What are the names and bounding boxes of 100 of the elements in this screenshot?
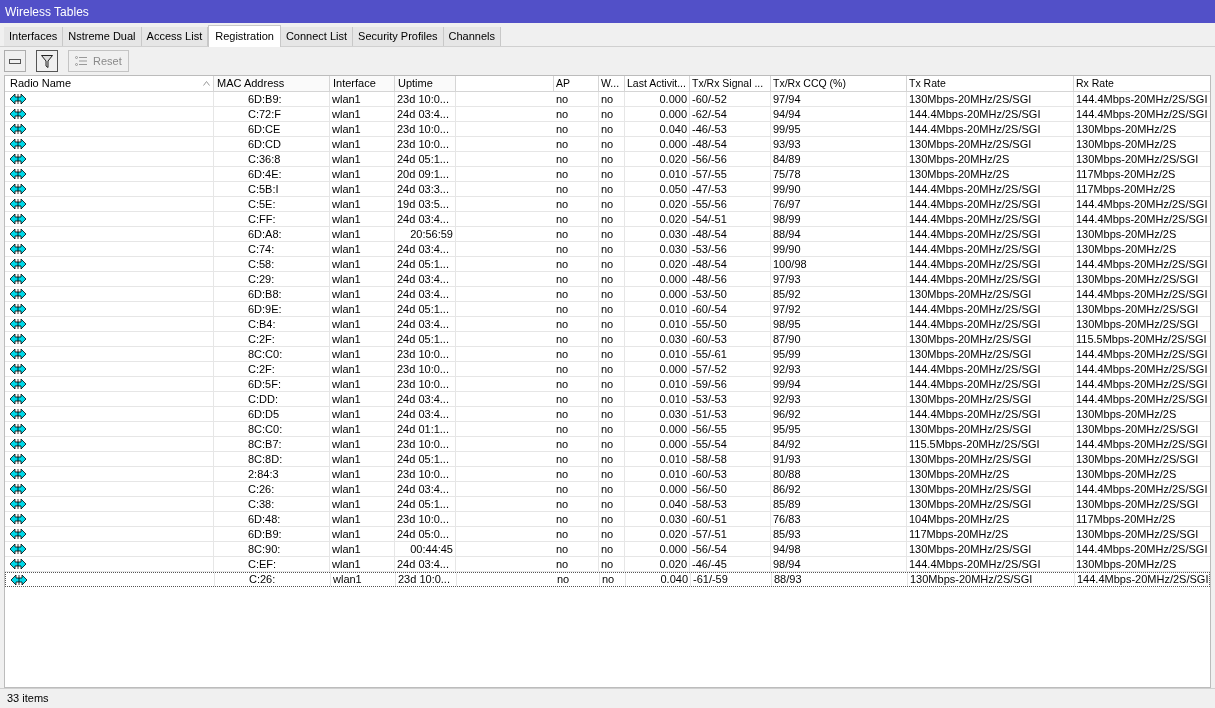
double-arrow-icon (10, 303, 26, 315)
table-row[interactable]: 6D:B9: wlan1 23d 10:0... no no 0.000 -60/-52 97/94 130Mbps-20MHz/2S/SGI 144.4Mbps-20MHz/2S/SGI (5, 92, 1210, 107)
table-cell-text: 0.000 (659, 436, 687, 452)
table-cell-text: no (556, 406, 569, 422)
table-cell-text: wlan1 (332, 376, 361, 392)
table-row[interactable]: 2:84:3 wlan1 23d 10:0... no no 0.010 -60/-53 80/88 130Mbps-20MHz/2S 130Mbps-20MHz/2S (5, 467, 1210, 482)
table-row[interactable]: C:36:8 wlan1 24d 05:1... no no 0.020 -56/-56 84/89 130Mbps-20MHz/2S 130Mbps-20MHz/2S/SGI (5, 152, 1210, 167)
table-row[interactable]: 6D:5F: wlan1 23d 10:0... no no 0.010 -59/-56 99/94 144.4Mbps-20MHz/2S/SGI 144.4Mbps-20MHz/2S/SGI (5, 377, 1210, 392)
table-cell-text: wlan1 (332, 181, 361, 197)
table-cell-text: -53/-53 (692, 391, 727, 407)
table-row[interactable]: C:5B:I wlan1 24d 03:3... no no 0.050 -47/-53 99/90 144.4Mbps-20MHz/2S/SGI 117Mbps-20MHz/2S (5, 182, 1210, 197)
table-cell-text: wlan1 (332, 331, 361, 347)
column-header[interactable]: Radio Name (7, 76, 214, 91)
table-cell-text: 23d 10:0... (397, 91, 449, 107)
table-row[interactable]: C:72:F wlan1 24d 03:4... no no 0.000 -62/-54 94/94 144.4Mbps-20MHz/2S/SGI 144.4Mbps-20MHz/2S/SGI (5, 107, 1210, 122)
table-cell-text: wlan1 (332, 346, 361, 362)
tab[interactable]: Security Profiles (353, 27, 444, 46)
column-header[interactable]: Tx/Rx Signal ... (690, 76, 771, 91)
tab[interactable]: Nstreme Dual (63, 27, 142, 46)
table-cell-text: 97/94 (773, 91, 801, 107)
table-cell-text: no (556, 346, 569, 362)
table-row[interactable]: 6D:48: wlan1 23d 10:0... no no 0.030 -60/-51 76/83 104Mbps-20MHz/2S 117Mbps-20MHz/2S (5, 512, 1210, 527)
column-header[interactable]: AP (554, 76, 599, 91)
table-cell-text: no (601, 406, 614, 422)
table-cell-text: -60/-51 (692, 511, 727, 527)
table-row[interactable]: C:58: wlan1 24d 05:1... no no 0.020 -48/-54 100/98 144.4Mbps-20MHz/2S/SGI 144.4Mbps-20MHz/2S/SGI (5, 257, 1210, 272)
table-cell-text: 144.4Mbps-20MHz/2S/SGI (909, 301, 1041, 317)
column-header[interactable]: Tx Rate (907, 76, 1074, 91)
table-cell-text: 130Mbps-20MHz/2S/SGI (909, 331, 1032, 347)
table-cell-text: 76/97 (773, 196, 801, 212)
table-cell-text: wlan1 (332, 301, 361, 317)
table-cell-text: -56/-54 (692, 541, 727, 557)
table-cell-text: 0.030 (659, 241, 687, 257)
table-row[interactable]: C:38: wlan1 24d 05:1... no no 0.040 -58/-53 85/89 130Mbps-20MHz/2S/SGI 130Mbps-20MHz/2S/SGI (5, 497, 1210, 512)
table-cell-text: no (601, 451, 614, 467)
table-row[interactable]: C:74: wlan1 24d 03:4... no no 0.030 -53/-56 99/90 144.4Mbps-20MHz/2S/SGI 130Mbps-20MHz/2S (5, 242, 1210, 257)
table-row[interactable]: C:2F: wlan1 24d 05:1... no no 0.030 -60/-53 87/90 130Mbps-20MHz/2S/SGI 115.5Mbps-20MHz/2S/SGI (5, 332, 1210, 347)
table-cell-text: 130Mbps-20MHz/2S (909, 466, 1010, 482)
table-cell-text: no (556, 316, 569, 332)
column-header[interactable]: MAC Address (214, 76, 330, 91)
tab[interactable]: Access List (141, 27, 209, 46)
table-row[interactable]: C:26: wlan1 23d 10:0... no no 0.040 -61/-59 88/93 130Mbps-20MHz/2S/SGI 144.4Mbps-20MHz/2S/SGI (5, 572, 1210, 587)
table-cell-text: -58/-58 (692, 451, 727, 467)
table-cell-text: 130Mbps-20MHz/2S/SGI (909, 496, 1032, 512)
table-row[interactable]: C:EF: wlan1 24d 03:4... no no 0.020 -46/-45 98/94 144.4Mbps-20MHz/2S/SGI 130Mbps-20MHz/2S (5, 557, 1210, 572)
column-header[interactable]: W... (599, 76, 625, 91)
table-cell-text: no (556, 556, 569, 572)
table-cell-text: 144.4Mbps-20MHz/2S/SGI (909, 181, 1041, 197)
table-row[interactable]: 6D:CE wlan1 23d 10:0... no no 0.040 -46/-53 99/95 144.4Mbps-20MHz/2S/SGI 130Mbps-20MHz/2S (5, 122, 1210, 137)
table-row[interactable]: 6D:D5 wlan1 24d 03:4... no no 0.030 -51/-53 96/92 144.4Mbps-20MHz/2S/SGI 130Mbps-20MHz/2S (5, 407, 1210, 422)
table-cell-text: wlan1 (332, 496, 361, 512)
table-cell-text: no (601, 496, 614, 512)
table-cell-text: 92/93 (773, 361, 801, 377)
double-arrow-icon (10, 273, 26, 285)
table-cell-text: wlan1 (332, 241, 361, 257)
table-cell-text: 85/92 (773, 286, 801, 302)
table-row[interactable]: 8C:C0: wlan1 23d 10:0... no no 0.010 -55/-61 95/99 130Mbps-20MHz/2S/SGI 144.4Mbps-20MHz/2S/SGI (5, 347, 1210, 362)
table-row[interactable]: 6D:CD wlan1 23d 10:0... no no 0.000 -48/-54 93/93 130Mbps-20MHz/2S/SGI 130Mbps-20MHz/2S (5, 137, 1210, 152)
table-cell-text: no (601, 541, 614, 557)
tab[interactable]: Interfaces (4, 27, 64, 46)
remove-button[interactable] (4, 50, 26, 72)
table-cell-text: C:29: (248, 271, 275, 287)
table-row[interactable]: 6D:A8: wlan1 20:56:59 no no 0.030 -48/-54 88/94 144.4Mbps-20MHz/2S/SGI 130Mbps-20MHz/2S (5, 227, 1210, 242)
table-row[interactable]: 8C:C0: wlan1 24d 01:1... no no 0.000 -56/-55 95/95 130Mbps-20MHz/2S/SGI 130Mbps-20MHz/2S/SGI (5, 422, 1210, 437)
table-cell-text: 144.4Mbps-20MHz/2S/SGI (909, 121, 1041, 137)
tab[interactable]: Connect List (280, 27, 354, 46)
table-row[interactable]: 6D:B8: wlan1 24d 03:4... no no 0.000 -53/-50 85/92 130Mbps-20MHz/2S/SGI 144.4Mbps-20MHz/2S/SGI (5, 287, 1210, 302)
tab[interactable]: Channels (443, 27, 502, 46)
table-row[interactable]: C:5E: wlan1 19d 03:5... no no 0.020 -55/-56 76/97 144.4Mbps-20MHz/2S/SGI 144.4Mbps-20MHz/2S/SGI (5, 197, 1210, 212)
column-header[interactable]: Uptime (395, 76, 456, 91)
column-header[interactable]: Last Activit... (625, 76, 690, 91)
table-row[interactable]: 8C:B7: wlan1 23d 10:0... no no 0.000 -55/-54 84/92 115.5Mbps-20MHz/2S/SGI 144.4Mbps-20MHz/2S/SGI (5, 437, 1210, 452)
table-row[interactable]: 6D:9E: wlan1 24d 05:1... no no 0.010 -60/-54 97/92 144.4Mbps-20MHz/2S/SGI 130Mbps-20MHz/2S/SGI (5, 302, 1210, 317)
table-cell-text: 23d 10:0... (397, 436, 449, 452)
table-cell-text: wlan1 (332, 406, 361, 422)
column-header[interactable]: Interface (330, 76, 395, 91)
table-cell-text: -55/-56 (692, 196, 727, 212)
table-row[interactable]: C:2F: wlan1 23d 10:0... no no 0.000 -57/-52 92/93 144.4Mbps-20MHz/2S/SGI 144.4Mbps-20MHz/2S/SGI (5, 362, 1210, 377)
table-row[interactable]: C:B4: wlan1 24d 03:4... no no 0.010 -55/-50 98/95 144.4Mbps-20MHz/2S/SGI 130Mbps-20MHz/2S/SGI (5, 317, 1210, 332)
table-row[interactable]: C:FF: wlan1 24d 03:4... no no 0.020 -54/-51 98/99 144.4Mbps-20MHz/2S/SGI 144.4Mbps-20MHz/2S/SGI (5, 212, 1210, 227)
table-cell-text: no (601, 376, 614, 392)
table-cell-text: 6D:9E: (248, 301, 282, 317)
table-cell-text: 6D:4E: (248, 166, 282, 182)
table-cell-text: no (601, 301, 614, 317)
column-header[interactable]: Tx/Rx CCQ (%) (771, 76, 907, 91)
table-row[interactable]: C:DD: wlan1 24d 03:4... no no 0.010 -53/-53 92/93 130Mbps-20MHz/2S/SGI 144.4Mbps-20MHz/2S/SGI (5, 392, 1210, 407)
tab[interactable]: Registration (208, 25, 281, 47)
table-row[interactable]: 8C:8D: wlan1 24d 05:1... no no 0.010 -58/-58 91/93 130Mbps-20MHz/2S/SGI 130Mbps-20MHz/2S/SGI (5, 452, 1210, 467)
table-row[interactable]: 6D:B9: wlan1 24d 05:0... no no 0.020 -57/-51 85/93 117Mbps-20MHz/2S 130Mbps-20MHz/2S/SGI (5, 527, 1210, 542)
table-cell-text: no (601, 166, 614, 182)
table-row[interactable]: C:29: wlan1 24d 03:4... no no 0.000 -48/-56 97/93 144.4Mbps-20MHz/2S/SGI 130Mbps-20MHz/2S/SGI (5, 272, 1210, 287)
filter-button[interactable] (36, 50, 58, 72)
table-cell-text: 144.4Mbps-20MHz/2S/SGI (1076, 256, 1208, 272)
double-arrow-icon (10, 228, 26, 240)
table-cell-text: no (601, 556, 614, 572)
table-row[interactable]: C:26: wlan1 24d 03:4... no no 0.000 -56/-50 86/92 130Mbps-20MHz/2S/SGI 144.4Mbps-20MHz/2S/SGI (5, 482, 1210, 497)
table-cell-text: 85/89 (773, 496, 801, 512)
table-row[interactable]: 8C:90: wlan1 00:44:45 no no 0.000 -56/-54 94/98 130Mbps-20MHz/2S/SGI 144.4Mbps-20MHz/2S/SGI (5, 542, 1210, 557)
table-row[interactable]: 6D:4E: wlan1 20d 09:1... no no 0.010 -57/-55 75/78 130Mbps-20MHz/2S 117Mbps-20MHz/2S (5, 167, 1210, 182)
table-cell-text: no (601, 481, 614, 497)
